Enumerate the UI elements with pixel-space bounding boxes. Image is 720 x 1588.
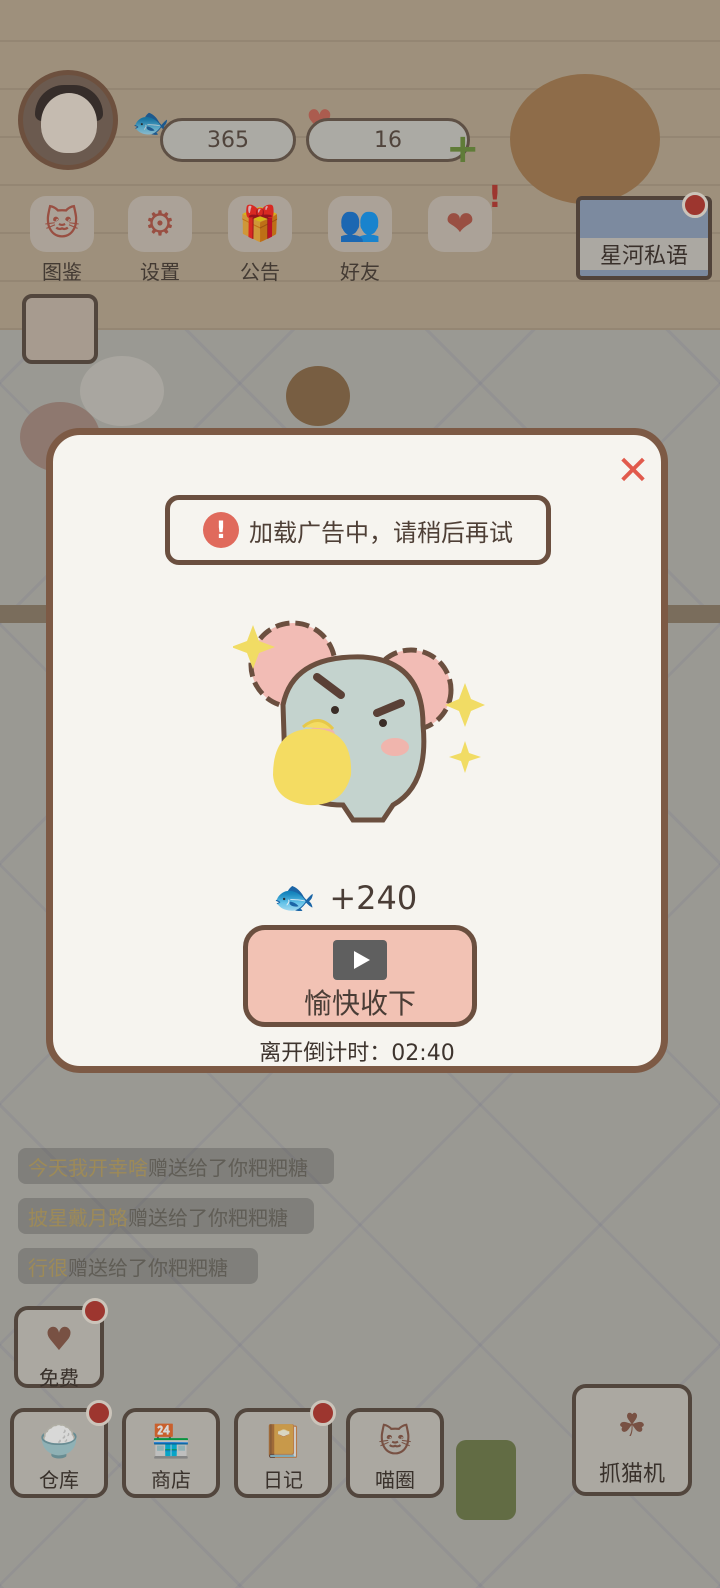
angry-mouse-illustration: [233, 620, 485, 823]
toast-text: 加载广告中，请稍后再试: [249, 518, 513, 547]
ad-loading-toast: ! 加载广告中，请稍后再试: [165, 495, 551, 565]
reward-amount: +240: [329, 879, 418, 917]
warning-icon: !: [203, 512, 239, 548]
leave-countdown: 离开倒计时：02:40: [259, 1041, 455, 1066]
fish-icon: 🐟: [273, 878, 316, 918]
close-icon[interactable]: ✕: [611, 448, 655, 494]
claim-label: 愉快收下: [303, 987, 416, 1020]
reward-row: 🐟 +240: [273, 873, 417, 923]
video-ad-icon: [333, 940, 387, 980]
reward-dialog: ✕ ! 加载广告中，请稍后再试 🐟 +240 愉快收下 离开倒计时：02:40: [46, 428, 668, 1073]
claim-reward-button[interactable]: 愉快收下: [243, 925, 477, 1027]
